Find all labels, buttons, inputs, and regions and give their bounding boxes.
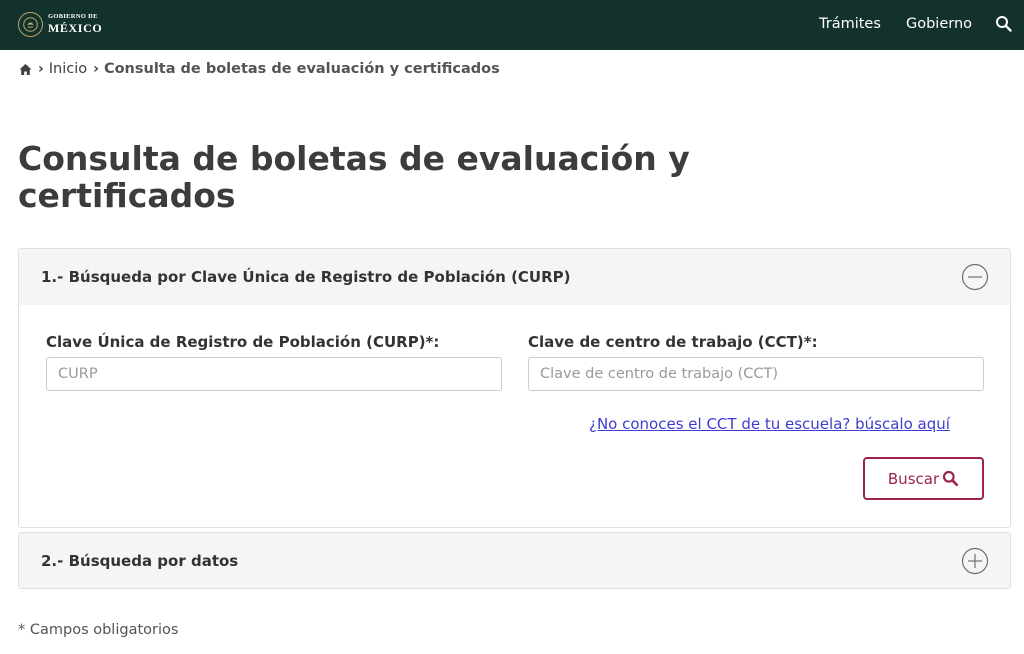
curp-panel-title: 1.- Búsqueda por Clave Única de Registro… [41,268,571,286]
gobierno-de-mexico-logo[interactable]: GOBIERNO DE MÉXICO [18,10,102,38]
data-panel-header[interactable]: 2.- Búsqueda por datos [19,533,1010,588]
curp-input[interactable] [46,357,502,391]
breadcrumb-inicio[interactable]: Inicio [49,61,87,77]
data-search-panel: 2.- Búsqueda por datos [18,532,1011,589]
curp-search-panel: 1.- Búsqueda por Clave Única de Registro… [18,248,1011,528]
cct-label: Clave de centro de trabajo (CCT)*: [528,333,818,351]
curp-panel-header[interactable]: 1.- Búsqueda por Clave Única de Registro… [19,249,1010,305]
find-cct-link[interactable]: ¿No conoces el CCT de tu escuela? búscal… [589,415,950,433]
search-icon[interactable] [995,15,1013,33]
home-icon[interactable] [19,63,32,76]
buscar-button-label: Buscar [887,469,940,488]
buscar-button[interactable]: Buscar [863,457,984,500]
nav-tramites[interactable]: Trámites [819,16,881,32]
eagle-emblem-icon [18,11,43,37]
page-title: Consulta de boletas de evaluación y cert… [18,139,690,215]
logo-text-line1: GOBIERNO DE [48,13,98,21]
cct-input[interactable] [528,357,984,391]
plus-circle-icon[interactable] [961,547,989,575]
nav-gobierno[interactable]: Gobierno [906,16,972,32]
minus-circle-icon[interactable] [961,263,989,291]
data-panel-title: 2.- Búsqueda por datos [41,552,239,570]
logo-text-line2: MÉXICO [48,20,103,35]
breadcrumb-separator: › [38,61,44,77]
search-icon [942,470,959,487]
top-navbar: GOBIERNO DE MÉXICO Trámites Gobierno [0,0,1024,50]
breadcrumb: › Inicio › Consulta de boletas de evalua… [19,59,500,79]
curp-label: Clave Única de Registro de Población (CU… [46,333,440,351]
required-fields-note: * Campos obligatorios [18,622,179,638]
breadcrumb-separator: › [93,61,99,77]
breadcrumb-current: Consulta de boletas de evaluación y cert… [103,61,500,77]
